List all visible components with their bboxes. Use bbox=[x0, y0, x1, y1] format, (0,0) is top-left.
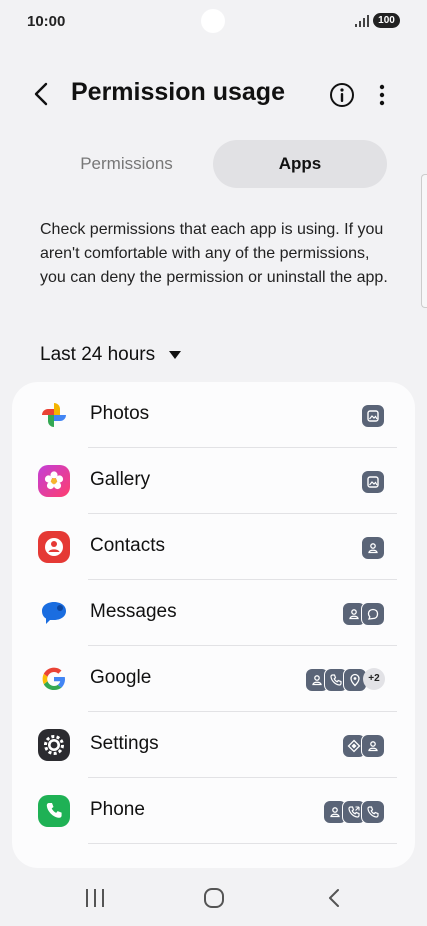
sms-permission-icon bbox=[361, 602, 385, 626]
more-vertical-icon[interactable] bbox=[372, 82, 392, 108]
list-item-messages[interactable]: Messages bbox=[12, 580, 415, 646]
list-item-settings[interactable]: Settings bbox=[12, 712, 415, 778]
contacts-permission-icon bbox=[361, 734, 385, 758]
time-filter-dropdown[interactable]: Last 24 hours bbox=[40, 343, 182, 367]
app-bar: Permission usage bbox=[0, 70, 427, 120]
app-name: Gallery bbox=[90, 469, 151, 490]
app-name: Photos bbox=[90, 403, 150, 424]
tab-permissions[interactable]: Permissions bbox=[40, 140, 213, 188]
chevron-left-icon[interactable] bbox=[28, 80, 56, 108]
permission-icons bbox=[342, 734, 385, 758]
gallery-permission-icon bbox=[361, 470, 385, 494]
settings-app-icon bbox=[38, 729, 70, 761]
nav-back-icon[interactable] bbox=[326, 888, 342, 908]
caret-down-icon bbox=[169, 351, 182, 359]
list-item-photos[interactable]: Photos bbox=[12, 382, 415, 448]
app-name: Phone bbox=[90, 799, 145, 820]
camera-cutout bbox=[201, 9, 225, 33]
google-app-icon bbox=[42, 667, 65, 690]
scroll-indicator[interactable] bbox=[421, 174, 427, 308]
phone-permission-icon bbox=[361, 800, 385, 824]
list-item-gallery[interactable]: Gallery bbox=[12, 448, 415, 514]
tab-apps[interactable]: Apps bbox=[213, 140, 387, 188]
permission-icons: +2 bbox=[305, 668, 385, 692]
permission-icons bbox=[361, 404, 385, 428]
list-item-google[interactable]: Google +2 bbox=[12, 646, 415, 712]
contacts-permission-icon bbox=[361, 536, 385, 560]
battery-indicator: 100 bbox=[373, 13, 400, 28]
status-bar: 10:00 100 bbox=[0, 0, 427, 44]
gallery-app-icon bbox=[38, 465, 70, 497]
list-item-contacts[interactable]: Contacts bbox=[12, 514, 415, 580]
tab-bar: Permissions Apps bbox=[40, 140, 387, 188]
page-title: Permission usage bbox=[71, 78, 285, 106]
divider bbox=[88, 843, 397, 844]
app-name: Contacts bbox=[90, 535, 165, 556]
permission-icons bbox=[361, 536, 385, 560]
more-permissions-count: +2 bbox=[363, 668, 385, 690]
permission-icons bbox=[323, 800, 385, 824]
app-name: Messages bbox=[90, 601, 177, 622]
list-item-phone[interactable]: Phone bbox=[12, 778, 415, 844]
permission-icons bbox=[361, 470, 385, 494]
recents-icon[interactable] bbox=[84, 888, 106, 908]
home-icon[interactable] bbox=[203, 887, 225, 909]
app-name: Google bbox=[90, 667, 152, 688]
app-name: Settings bbox=[90, 733, 159, 754]
phone-app-icon bbox=[38, 795, 70, 827]
messages-app-icon bbox=[42, 602, 66, 624]
time-filter-label: Last 24 hours bbox=[40, 344, 156, 365]
system-nav-bar bbox=[0, 870, 427, 926]
contacts-app-icon bbox=[38, 531, 70, 563]
photos-app-icon bbox=[42, 403, 66, 427]
signal-bars-icon bbox=[355, 15, 369, 27]
app-list: Photos Gallery Contacts Messages Google … bbox=[12, 382, 415, 868]
info-icon[interactable] bbox=[329, 82, 355, 108]
permission-icons bbox=[342, 602, 385, 626]
gallery-permission-icon bbox=[361, 404, 385, 428]
status-time: 10:00 bbox=[27, 13, 66, 30]
description-text: Check permissions that each app is using… bbox=[40, 221, 388, 286]
